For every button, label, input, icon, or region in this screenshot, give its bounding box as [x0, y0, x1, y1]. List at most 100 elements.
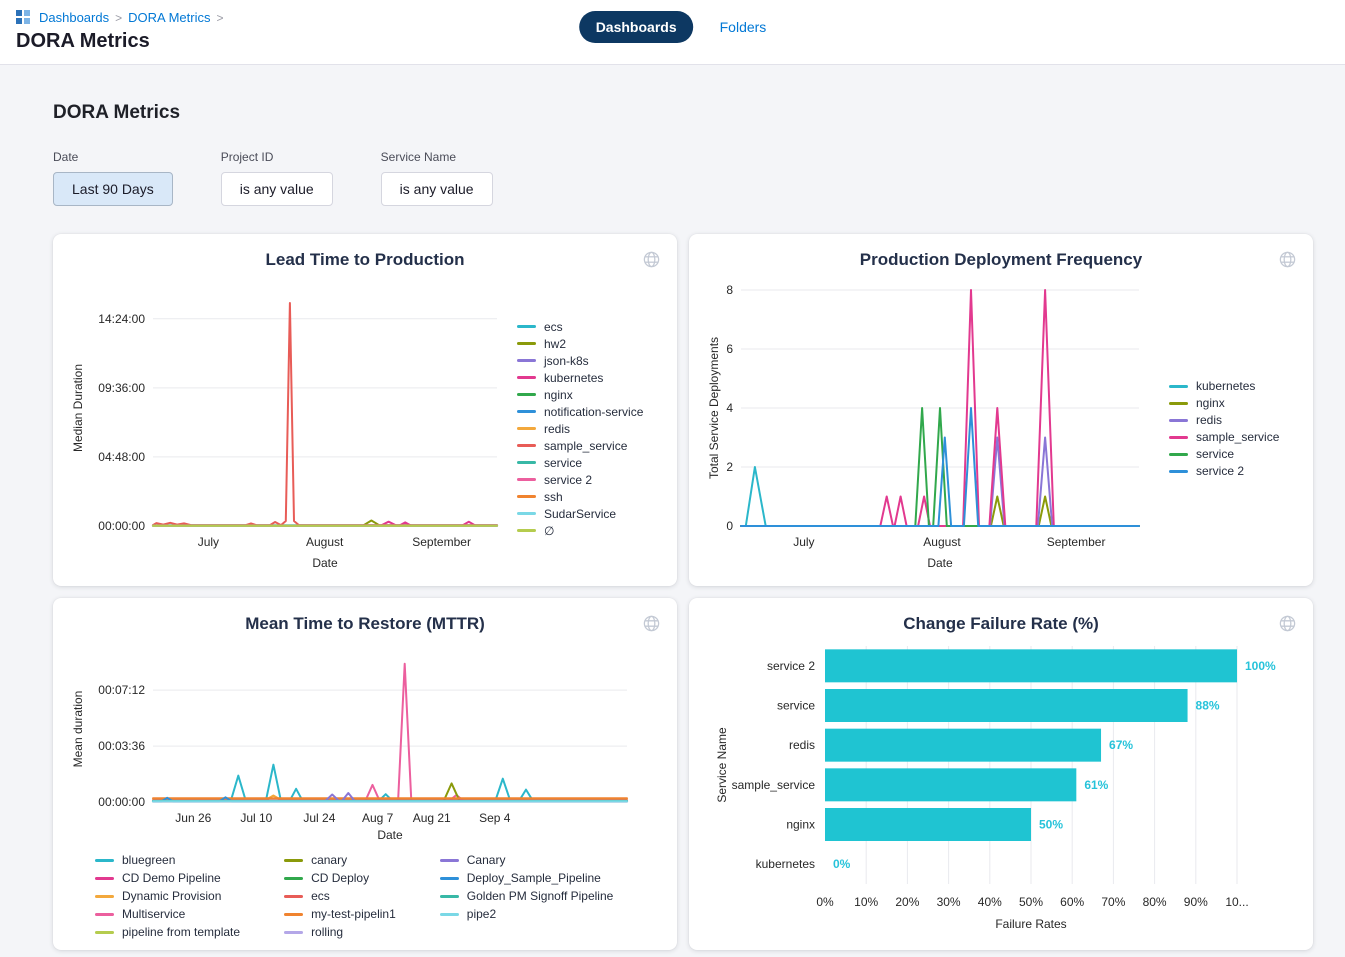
legend-item-sample_service[interactable]: sample_service	[1169, 430, 1293, 444]
bar-value-label: 50%	[1039, 818, 1063, 832]
header-tabs: Dashboards Folders	[579, 11, 767, 43]
chart-title-lead-time: Lead Time to Production	[266, 250, 465, 269]
legend-label: kubernetes	[544, 371, 603, 385]
bar-redis	[825, 729, 1101, 762]
tab-folders[interactable]: Folders	[720, 19, 767, 35]
legend-label: ecs	[544, 320, 563, 334]
filter-date-value[interactable]: Last 90 Days	[53, 172, 173, 206]
legend-item-redis[interactable]: redis	[1169, 413, 1293, 427]
legend-item-json-k8s[interactable]: json-k8s	[517, 354, 657, 368]
chart-card-lead-time: Lead Time to Production 00:00:0004:48:00…	[53, 234, 677, 586]
tab-dashboards[interactable]: Dashboards	[579, 11, 694, 43]
legend-label: bluegreen	[122, 853, 175, 867]
legend-item-pipeline from template[interactable]: pipeline from template	[95, 925, 240, 939]
legend-swatch	[95, 913, 114, 916]
legend-swatch	[517, 461, 536, 464]
y-axis-title: Service Name	[715, 727, 729, 803]
y-tick-label: 00:00:00	[98, 519, 145, 533]
x-tick-label: 50%	[1019, 895, 1043, 909]
chart-canvas: 00:00:0004:48:0009:36:0014:24:00JulyAugu…	[69, 278, 505, 574]
x-tick-label: August	[923, 535, 961, 549]
legend-item-hw2[interactable]: hw2	[517, 337, 657, 351]
legend-swatch	[95, 895, 114, 898]
legend-item-Multiservice[interactable]: Multiservice	[95, 907, 240, 921]
legend-swatch	[284, 877, 303, 880]
legend-label: nginx	[1196, 396, 1225, 410]
legend-swatch	[284, 895, 303, 898]
legend-swatch	[517, 478, 536, 481]
breadcrumb-dora-metrics[interactable]: DORA Metrics	[128, 10, 210, 25]
x-tick-label: 70%	[1101, 895, 1125, 909]
mttr-legend: bluegreen CD Demo Pipeline Dynamic Provisi…	[69, 853, 661, 939]
legend-swatch	[284, 859, 303, 862]
legend-item-Dynamic Provision[interactable]: Dynamic Provision	[95, 889, 240, 903]
legend-item-CD Deploy[interactable]: CD Deploy	[284, 871, 396, 885]
legend-item-Deploy_Sample_Pipeline[interactable]: Deploy_Sample_Pipeline	[440, 871, 614, 885]
filter-date-label: Date	[53, 150, 173, 164]
legend-swatch	[517, 359, 536, 362]
legend-item-service 2[interactable]: service 2	[517, 473, 657, 487]
legend-swatch	[517, 325, 536, 328]
y-tick-label: 00:03:36	[98, 739, 145, 753]
charts-grid: Lead Time to Production 00:00:0004:48:00…	[53, 234, 1313, 950]
globe-icon[interactable]	[642, 250, 661, 269]
legend-item-service[interactable]: service	[517, 456, 657, 470]
x-axis-title: Date	[927, 556, 953, 570]
legend-swatch	[517, 495, 536, 498]
legend-item-kubernetes[interactable]: kubernetes	[517, 371, 657, 385]
legend-label: Canary	[467, 853, 506, 867]
legend-item-service 2[interactable]: service 2	[1169, 464, 1293, 478]
legend-item-CD Demo Pipeline[interactable]: CD Demo Pipeline	[95, 871, 240, 885]
legend-item-bluegreen[interactable]: bluegreen	[95, 853, 240, 867]
legend-item-sample_service[interactable]: sample_service	[517, 439, 657, 453]
globe-icon[interactable]	[1278, 250, 1297, 269]
legend-swatch	[1169, 419, 1188, 422]
legend-swatch	[517, 529, 536, 532]
breadcrumb-dashboards[interactable]: Dashboards	[39, 10, 109, 25]
legend-label: Multiservice	[122, 907, 185, 921]
y-tick-label: 6	[726, 342, 733, 356]
x-tick-label: Jul 10	[240, 811, 272, 825]
globe-icon[interactable]	[642, 614, 661, 633]
bar-service 2	[825, 649, 1237, 682]
filter-project-id-value[interactable]: is any value	[221, 172, 333, 206]
legend-swatch	[95, 931, 114, 934]
legend-swatch	[517, 393, 536, 396]
bar-value-label: 61%	[1084, 778, 1108, 792]
x-tick-label: July	[793, 535, 814, 549]
legend-swatch	[284, 931, 303, 934]
legend-item-kubernetes[interactable]: kubernetes	[1169, 379, 1293, 393]
series-line-Multiservice	[153, 664, 627, 801]
legend-item-canary[interactable]: canary	[284, 853, 396, 867]
legend-item-service[interactable]: service	[1169, 447, 1293, 461]
legend-swatch	[440, 895, 459, 898]
legend-item-∅[interactable]: ∅	[517, 524, 657, 538]
legend-item-nginx[interactable]: nginx	[1169, 396, 1293, 410]
legend-item-pipe2[interactable]: pipe2	[440, 907, 614, 921]
legend-item-ssh[interactable]: ssh	[517, 490, 657, 504]
legend-item-redis[interactable]: redis	[517, 422, 657, 436]
chart-canvas: 0%10%20%30%40%50%60%70%80%90%10...servic…	[713, 642, 1289, 934]
legend-item-notification-service[interactable]: notification-service	[517, 405, 657, 419]
legend-item-Canary[interactable]: Canary	[440, 853, 614, 867]
x-axis-title: Date	[312, 556, 338, 570]
legend-swatch	[440, 859, 459, 862]
legend-item-rolling[interactable]: rolling	[284, 925, 396, 939]
legend-label: pipeline from template	[122, 925, 240, 939]
legend-swatch	[517, 512, 536, 515]
bar-nginx	[825, 808, 1031, 841]
legend-item-my-test-pipelin1[interactable]: my-test-pipelin1	[284, 907, 396, 921]
legend-item-Golden PM Signoff Pipeline[interactable]: Golden PM Signoff Pipeline	[440, 889, 614, 903]
legend-label: ssh	[544, 490, 563, 504]
globe-icon[interactable]	[1278, 614, 1297, 633]
chart-title-deployment-frequency: Production Deployment Frequency	[860, 250, 1142, 269]
legend-item-ecs[interactable]: ecs	[284, 889, 396, 903]
legend-item-SudarService[interactable]: SudarService	[517, 507, 657, 521]
category-label: service 2	[767, 659, 815, 673]
page-title: DORA Metrics	[53, 65, 1313, 124]
legend-item-nginx[interactable]: nginx	[517, 388, 657, 402]
legend-item-ecs[interactable]: ecs	[517, 320, 657, 334]
legend-label: json-k8s	[544, 354, 589, 368]
filter-service-name-value[interactable]: is any value	[381, 172, 493, 206]
legend-label: service 2	[544, 473, 592, 487]
